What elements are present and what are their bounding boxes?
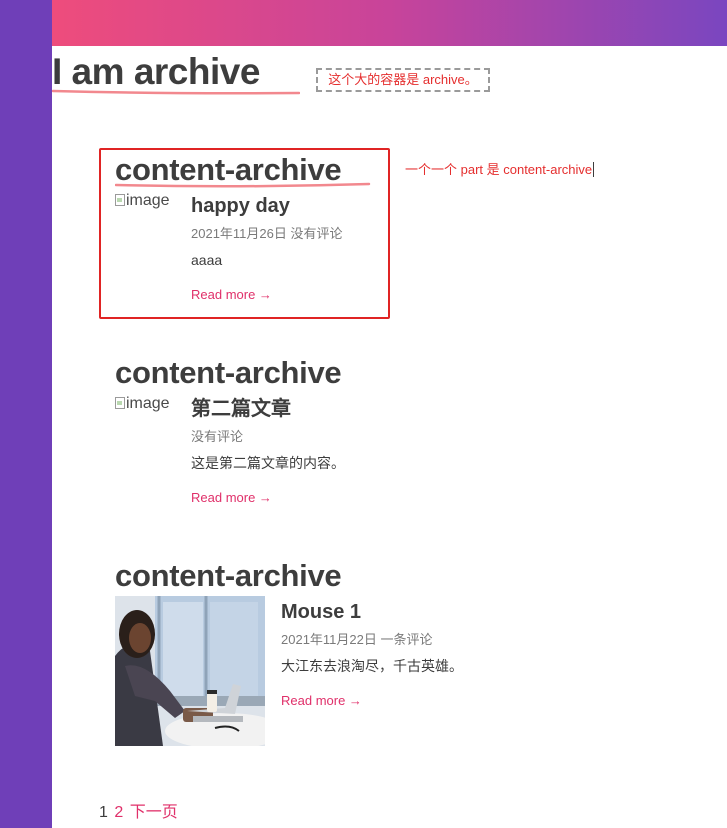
header-gradient-banner <box>52 0 727 46</box>
read-more-link[interactable]: Read more → <box>191 286 272 304</box>
post-title[interactable]: 第二篇文章 <box>191 396 291 422</box>
read-more-link[interactable]: Read more → <box>191 489 272 507</box>
left-sidebar-bar <box>0 0 52 828</box>
section-underline <box>115 182 371 188</box>
content-archive-section: content-archive image happy day 2021年11月… <box>115 150 635 320</box>
image-alt-text: image <box>126 192 170 209</box>
content-archive-section: content-archive image 第二篇文章 没有评论 这是第二篇文章… <box>115 353 635 523</box>
title-underline <box>52 89 300 95</box>
broken-image-icon <box>115 397 125 409</box>
post-excerpt: 这是第二篇文章的内容。 <box>191 455 345 471</box>
pagination: 1 2 下一页 <box>99 802 178 824</box>
section-heading: content-archive <box>115 558 342 593</box>
section-heading: content-archive <box>115 355 342 390</box>
post-excerpt: 大江东去浪淘尽，千古英雄。 <box>281 658 463 674</box>
post-thumbnail-broken[interactable]: image <box>115 190 185 212</box>
read-more-link[interactable]: Read more → <box>281 692 362 710</box>
post-thumbnail-broken[interactable]: image <box>115 393 185 415</box>
post-thumbnail-photo[interactable] <box>115 596 265 746</box>
post-title[interactable]: happy day <box>191 193 290 219</box>
photo-woman-laptop <box>115 596 265 746</box>
post-title[interactable]: Mouse 1 <box>281 599 361 625</box>
broken-image-icon <box>115 194 125 206</box>
image-alt-text: image <box>126 395 170 412</box>
annotation-archive-container: 这个大的容器是 archive。 <box>316 68 490 92</box>
pagination-current-page: 1 <box>99 804 108 821</box>
pagination-page-2[interactable]: 2 <box>114 804 123 821</box>
pagination-next-link[interactable]: 下一页 <box>130 804 178 821</box>
post-meta: 2021年11月22日 一条评论 <box>281 632 433 647</box>
post-meta: 没有评论 <box>191 429 244 444</box>
content-archive-section: content-archive Mouse 1 2021年11月22日 一条评论… <box>115 556 635 756</box>
post-meta: 2021年11月26日 没有评论 <box>191 226 343 241</box>
post-excerpt: aaaa <box>191 252 223 268</box>
